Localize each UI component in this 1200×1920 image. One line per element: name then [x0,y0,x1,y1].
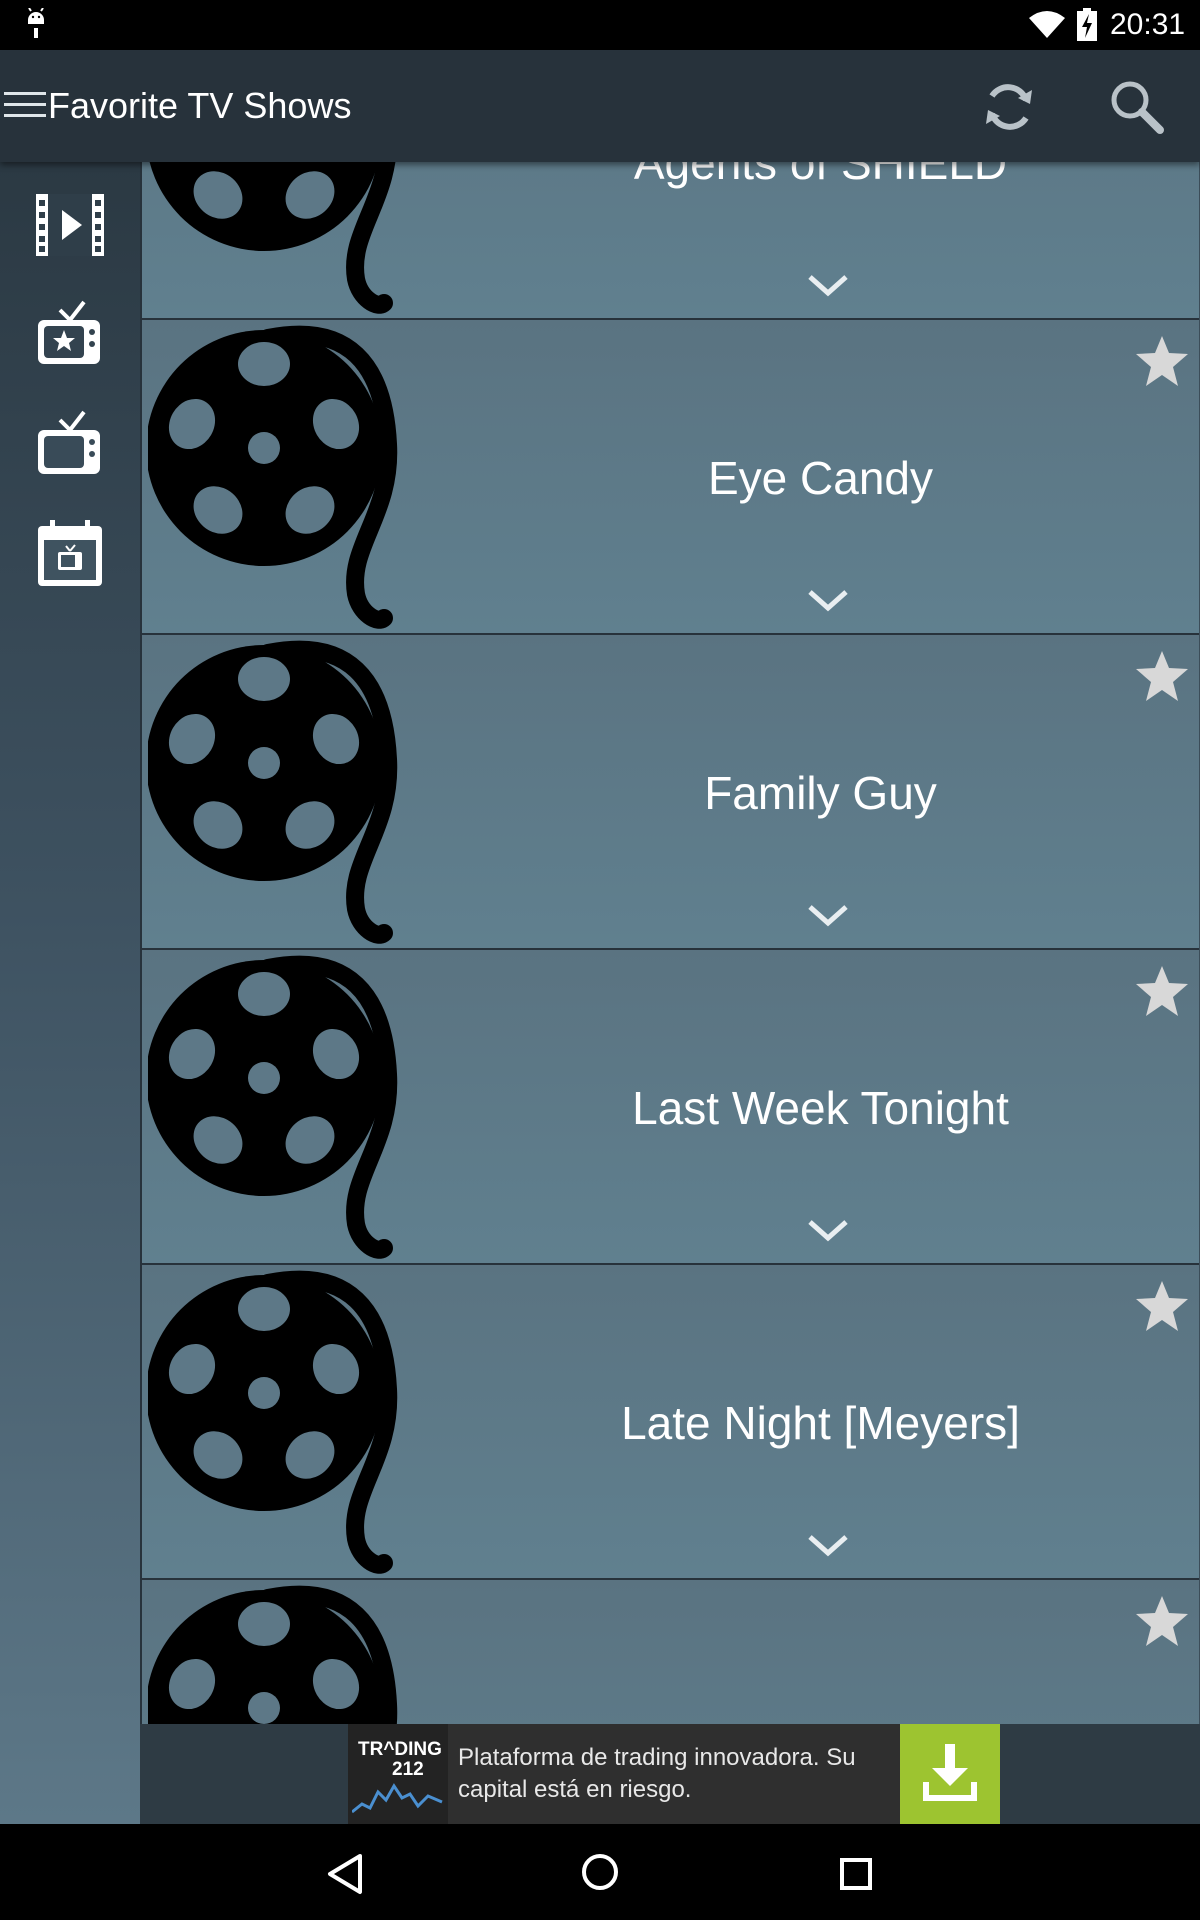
film-reel-icon [148,1585,398,1724]
film-reel-icon [148,955,398,1259]
download-icon [923,1744,977,1801]
film-reel-icon [149,162,396,314]
ad-brand-line1: TR^DING [358,1739,442,1760]
chevron-down-icon[interactable] [806,271,850,299]
show-row[interactable]: Late Night [Meyers] [140,1265,1199,1580]
chevron-down-icon[interactable] [806,1216,850,1244]
system-nav-bar [0,1824,1200,1920]
show-title: Late Night [Meyers] [621,1397,1020,1449]
movies-icon[interactable] [32,186,108,262]
tv-calendar-icon[interactable] [32,516,108,592]
ad-logo: TR^DING 212 [348,1724,448,1824]
recents-icon[interactable] [832,1850,880,1898]
show-list: Agents of SHIELD Eye Candy Family Guy Last … [140,162,1200,1724]
android-icon [28,8,44,38]
tv-icon[interactable] [32,406,108,482]
show-row[interactable]: Family Guy [140,635,1199,950]
star-icon[interactable] [1134,334,1190,388]
show-title: Eye Candy [707,452,933,504]
page-title: Favorite TV Shows [48,85,352,126]
star-icon[interactable] [1134,649,1190,703]
home-icon[interactable] [576,1848,624,1896]
battery-charging-icon [1077,8,1097,41]
menu-icon[interactable] [4,88,46,122]
screen: 20:31 Favorite TV Shows Agents of SHIELD… [0,0,1200,1920]
refresh-icon[interactable] [978,76,1040,138]
ad-banner[interactable]: TR^DING 212 Plataforma de trading innova… [348,1724,1000,1824]
ad-chart-icon [352,1783,443,1814]
show-row[interactable] [140,1580,1199,1724]
show-title: Family Guy [704,767,937,819]
app-bar: Favorite TV Shows [0,50,1200,162]
chevron-down-icon[interactable] [806,586,850,614]
star-icon[interactable] [1134,964,1190,1018]
star-icon[interactable] [1134,1279,1190,1333]
show-rows: Agents of SHIELD Eye Candy Family Guy Last … [140,162,1200,1724]
wifi-icon [1029,11,1065,38]
show-row[interactable]: Agents of SHIELD [140,162,1199,320]
ad-bar: TR^DING 212 Plataforma de trading innova… [140,1724,1200,1824]
status-time: 20:31 [1110,8,1186,41]
nav-rail [0,162,140,1824]
film-reel-icon [148,640,398,944]
ad-brand-line2: 212 [392,1759,424,1780]
chevron-down-icon[interactable] [806,1531,850,1559]
film-reel-icon [148,1270,398,1574]
ad-logo-text: TR^DING 212 [358,1740,442,1780]
show-row[interactable]: Eye Candy [140,320,1199,635]
film-reel-icon [148,325,398,629]
back-icon[interactable] [322,1850,370,1898]
search-icon[interactable] [1106,76,1168,138]
show-title: Agents of SHIELD [633,162,1008,189]
favorite-tv-icon[interactable] [32,296,108,372]
show-row[interactable]: Last Week Tonight [140,950,1199,1265]
show-title: Last Week Tonight [632,1082,1009,1134]
ad-download-button[interactable] [900,1724,1000,1824]
chevron-down-icon[interactable] [806,901,850,929]
status-bar: 20:31 [0,0,1200,50]
ad-text: Plataforma de trading innovadora. Su cap… [458,1744,856,1803]
star-icon[interactable] [1134,1594,1190,1648]
